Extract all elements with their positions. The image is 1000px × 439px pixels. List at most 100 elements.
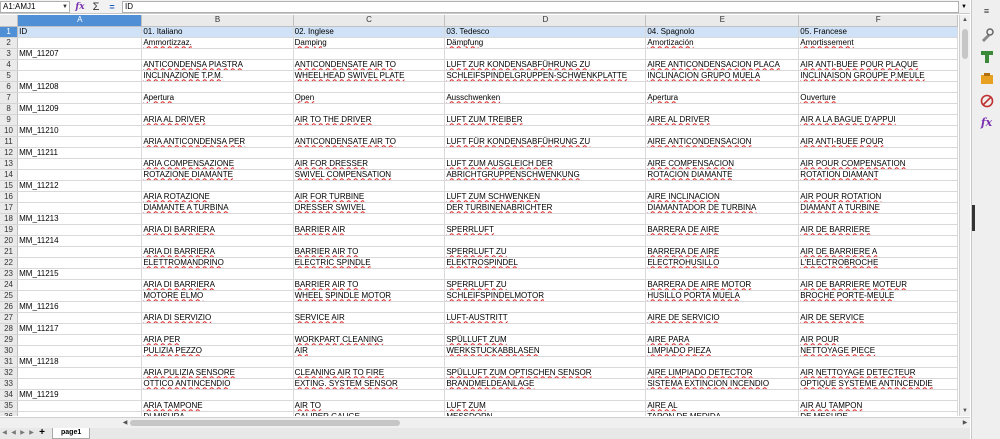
select-all-corner[interactable]	[0, 15, 19, 27]
cell-f3[interactable]	[798, 48, 958, 60]
cell-a19[interactable]	[17, 224, 143, 236]
cell-b4[interactable]: ANTICONDENSA PIASTRA	[141, 59, 294, 71]
row-header[interactable]: 27	[0, 312, 19, 324]
row-header[interactable]: 20	[0, 235, 19, 247]
cell-c2[interactable]: Damping	[293, 37, 446, 49]
scroll-down-icon[interactable]: ▼	[960, 406, 970, 416]
cell-d1[interactable]: 03. Tedesco	[444, 26, 647, 38]
cell-e35[interactable]: AIRE AL	[645, 400, 800, 412]
cell-b23[interactable]	[141, 268, 294, 280]
row-header[interactable]: 17	[0, 202, 19, 214]
cell-e23[interactable]	[645, 268, 800, 280]
cell-f21[interactable]: AIR DE BARRIERE A	[798, 246, 958, 258]
cell-e7[interactable]: Apertura	[645, 92, 800, 104]
cell-b3[interactable]	[141, 48, 294, 60]
cell-c6[interactable]	[293, 81, 446, 93]
cell-c22[interactable]: ELECTRIC SPINDLE	[293, 257, 446, 269]
add-sheet-icon[interactable]: +	[36, 428, 48, 439]
cell-d7[interactable]: Ausschwenken	[444, 92, 647, 104]
cell-b32[interactable]: ARIA PULIZIA SENSORE	[141, 367, 294, 379]
horizontal-scroll-thumb[interactable]	[130, 420, 400, 426]
cell-b8[interactable]	[141, 103, 294, 115]
cell-d4[interactable]: LUFT ZUR KONDENSABFÜHRUNG ZU	[444, 59, 647, 71]
cell-d31[interactable]	[444, 356, 647, 368]
column-header-c[interactable]: C	[293, 15, 446, 27]
cell-e36[interactable]: TAPON DE MEDIDA	[645, 411, 800, 416]
cell-b10[interactable]	[141, 125, 294, 137]
cell-a29[interactable]	[17, 334, 143, 346]
cell-d34[interactable]	[444, 389, 647, 401]
column-header-b[interactable]: B	[141, 15, 294, 27]
cell-f14[interactable]: ROTATION DIAMANT	[798, 169, 958, 181]
cell-a14[interactable]	[17, 169, 143, 181]
cell-f12[interactable]	[798, 147, 958, 159]
cell-c14[interactable]: SWIVEL COMPENSATION	[293, 169, 446, 181]
cell-c11[interactable]: ANTICONDENSATE AIR TO	[293, 136, 446, 148]
row-header[interactable]: 25	[0, 290, 19, 302]
cell-a10[interactable]: MM_11210	[17, 125, 143, 137]
cell-f17[interactable]: DIAMANT A TURBINE	[798, 202, 958, 214]
cell-d11[interactable]: LUFT FÜR KONDENSABFÜHRUNG ZU	[444, 136, 647, 148]
cell-c26[interactable]	[293, 301, 446, 313]
cell-e22[interactable]: ELECTROHUSILLO	[645, 257, 800, 269]
cell-d15[interactable]	[444, 180, 647, 192]
cell-c31[interactable]	[293, 356, 446, 368]
styles-icon[interactable]	[978, 48, 995, 65]
cell-a36[interactable]	[17, 411, 143, 416]
vertical-scroll-thumb[interactable]	[962, 29, 968, 59]
cell-e25[interactable]: HUSILLO PORTA MUELA	[645, 290, 800, 302]
cell-a21[interactable]	[17, 246, 143, 258]
cell-c17[interactable]: DRESSER SWIVEL	[293, 202, 446, 214]
cell-c8[interactable]	[293, 103, 446, 115]
cell-a1[interactable]: ID	[17, 26, 143, 38]
cell-f7[interactable]: Ouverture	[798, 92, 958, 104]
cell-d17[interactable]: DER TURBINENABRICHTER	[444, 202, 647, 214]
cell-b1[interactable]: 01. Italiano	[141, 26, 294, 38]
cell-f28[interactable]	[798, 323, 958, 335]
cell-e8[interactable]	[645, 103, 800, 115]
cell-e33[interactable]: SISTEMA EXTINCION INCENDIO	[645, 378, 800, 390]
cell-f30[interactable]: NETTOYAGE PIECE	[798, 345, 958, 357]
next-sheet-icon[interactable]: ▶	[18, 428, 27, 439]
cell-f35[interactable]: AIR AU TAMPON	[798, 400, 958, 412]
cell-a22[interactable]	[17, 257, 143, 269]
cell-d16[interactable]: LUFT ZUM SCHWENKEN	[444, 191, 647, 203]
column-header-e[interactable]: E	[645, 15, 800, 27]
cell-f2[interactable]: Amortissement	[798, 37, 958, 49]
functions-icon[interactable]: fx	[978, 114, 995, 131]
cell-table[interactable]: ABCDEF 1 ID 01. Italiano 02. Inglese 03. Ted…	[0, 15, 958, 416]
cell-a6[interactable]: MM_11208	[17, 81, 143, 93]
cell-f32[interactable]: AIR NETTOYAGE DETECTEUR	[798, 367, 958, 379]
cell-a32[interactable]	[17, 367, 143, 379]
cell-f20[interactable]	[798, 235, 958, 247]
row-header[interactable]: 3	[0, 48, 19, 60]
cell-f11[interactable]: AIR ANTI-BUEE POUR	[798, 136, 958, 148]
cell-f19[interactable]: AIR DE BARRIERE	[798, 224, 958, 236]
row-header[interactable]: 29	[0, 334, 19, 346]
cell-d20[interactable]	[444, 235, 647, 247]
cell-e2[interactable]: Amortización	[645, 37, 800, 49]
row-header[interactable]: 26	[0, 301, 19, 313]
cell-f36[interactable]: DE MESURE	[798, 411, 958, 416]
row-header[interactable]: 16	[0, 191, 19, 203]
row-header[interactable]: 35	[0, 400, 19, 412]
cell-d19[interactable]: SPERRLUFT	[444, 224, 647, 236]
cell-d36[interactable]: MESSDORN	[444, 411, 647, 416]
cell-b21[interactable]: ARIA DI BARRIERA	[141, 246, 294, 258]
cell-b7[interactable]: Apertura	[141, 92, 294, 104]
cell-b5[interactable]: INCLINAZIONE T.P.M.	[141, 70, 294, 82]
row-header[interactable]: 15	[0, 180, 19, 192]
cell-f24[interactable]: AIR DE BARRIERE MOTEUR	[798, 279, 958, 291]
cell-c15[interactable]	[293, 180, 446, 192]
cell-b31[interactable]	[141, 356, 294, 368]
cell-a24[interactable]	[17, 279, 143, 291]
cell-c13[interactable]: AIR FOR DRESSER	[293, 158, 446, 170]
cell-e11[interactable]: AIRE ANTICONDENSACION	[645, 136, 800, 148]
cell-d13[interactable]: LUFT ZUM AUSGLEICH DER	[444, 158, 647, 170]
cell-d28[interactable]	[444, 323, 647, 335]
cell-d2[interactable]: Dämpfung	[444, 37, 647, 49]
cell-f18[interactable]	[798, 213, 958, 225]
cell-f4[interactable]: AIR ANTI-BUEE POUR PLAQUE	[798, 59, 958, 71]
cell-d9[interactable]: LUFT ZUM TREIBER	[444, 114, 647, 126]
row-header[interactable]: 24	[0, 279, 19, 291]
